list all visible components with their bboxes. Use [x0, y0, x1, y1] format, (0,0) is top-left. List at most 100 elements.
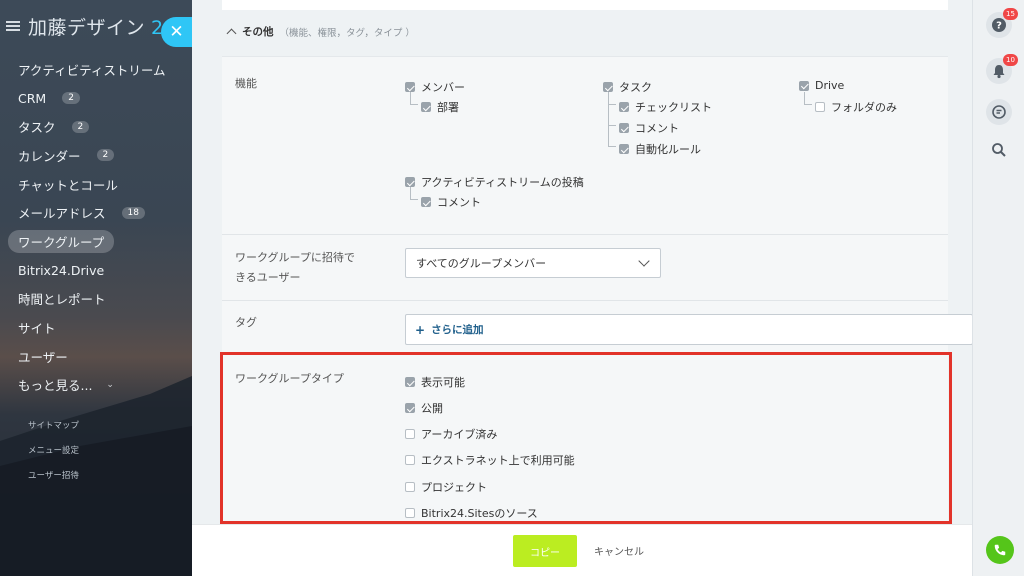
automation-checkbox[interactable]: 自動化ルール	[619, 141, 701, 157]
mail-counter: 18	[121, 206, 145, 219]
open-checkbox[interactable]: 公開	[405, 400, 443, 416]
sidebar-menu-settings-link[interactable]: メニュー設定	[28, 437, 79, 462]
checkbox-checked-icon	[405, 82, 415, 92]
search-icon[interactable]	[986, 137, 1012, 163]
phone-icon[interactable]	[986, 536, 1014, 564]
extranet-label: エクストラネット上で利用可能	[421, 454, 575, 467]
folders-only-checkbox[interactable]: フォルダのみ	[815, 99, 897, 115]
sidebar-item-time-reports[interactable]: 時間とレポート	[18, 285, 192, 314]
project-checkbox[interactable]: プロジェクト	[405, 479, 487, 495]
stream-comments-checkbox[interactable]: コメント	[421, 194, 481, 210]
sidebar-item-users[interactable]: ユーザー	[18, 342, 192, 371]
checkbox-checked-icon	[619, 144, 629, 154]
main-panel: その他 （機能、権限，タグ，タイプ ） 機能 メンバー 部署 タスク チェックリ…	[192, 0, 972, 576]
sidebar-header: 加藤デザイン24	[6, 12, 176, 40]
project-label: プロジェクト	[421, 481, 487, 494]
sites-source-label: Bitrix24.Sitesのソース	[421, 507, 538, 520]
members-label: メンバー	[421, 81, 465, 94]
sites-source-checkbox[interactable]: Bitrix24.Sitesのソース	[405, 505, 538, 521]
tasks-label: タスク	[619, 81, 652, 94]
task-comments-checkbox[interactable]: コメント	[619, 120, 679, 136]
tree-connector	[410, 187, 418, 200]
checkbox-checked-icon	[405, 177, 415, 187]
sidebar-item-mail[interactable]: メールアドレス 18	[18, 198, 192, 227]
open-label: 公開	[421, 402, 443, 415]
close-icon[interactable]: ✕	[161, 17, 192, 47]
tasks-counter: 2	[71, 120, 90, 133]
tree-connector	[608, 92, 616, 105]
svg-text:?: ?	[996, 21, 1002, 32]
brand-title[interactable]: 加藤デザイン24	[28, 13, 176, 40]
tree-connector	[608, 105, 616, 126]
top-card-edge	[222, 0, 948, 10]
checkbox-checked-icon	[421, 102, 431, 112]
footer-bar: コピー キャンセル	[192, 524, 972, 576]
tree-connector	[804, 92, 812, 105]
chevron-up-icon	[226, 28, 237, 38]
sidebar-item-activity-stream[interactable]: アクティビティストリーム	[18, 55, 192, 84]
form-card: 機能 メンバー 部署 タスク チェックリスト コメント 自動化ルール Drive…	[222, 56, 972, 526]
checkbox-checked-icon	[405, 403, 415, 413]
folders-only-label: フォルダのみ	[831, 101, 897, 114]
task-comments-label: コメント	[635, 122, 679, 135]
help-icon[interactable]: ? 15	[986, 8, 1018, 38]
checkbox-checked-icon	[619, 123, 629, 133]
divider	[222, 300, 948, 301]
section-title: その他	[242, 26, 274, 38]
features-label: 機能	[235, 77, 257, 90]
sidebar-sitemap-link[interactable]: サイトマップ	[28, 412, 79, 437]
sidebar-item-calendar[interactable]: カレンダー 2	[18, 141, 192, 170]
checkbox-unchecked-icon	[405, 482, 415, 492]
sidebar-nav: アクティビティストリーム CRM 2 タスク 2 カレンダー 2 チャットとコール メ…	[8, 55, 192, 400]
tags-input[interactable]: + さらに追加	[405, 314, 972, 345]
sidebar-invite-users-link[interactable]: ユーザー招待	[28, 462, 79, 487]
sidebar-item-more[interactable]: もっと見る... ⌄	[18, 371, 192, 400]
drive-checkbox[interactable]: Drive	[799, 79, 844, 92]
sidebar-item-tasks[interactable]: タスク 2	[18, 112, 192, 141]
automation-label: 自動化ルール	[635, 143, 701, 156]
checklist-checkbox[interactable]: チェックリスト	[619, 99, 712, 115]
tree-connector	[608, 126, 616, 147]
help-badge: 15	[1003, 8, 1018, 20]
right-rail: ? 15 10	[972, 0, 1024, 576]
extranet-checkbox[interactable]: エクストラネット上で利用可能	[405, 452, 575, 468]
crm-counter: 2	[62, 92, 80, 105]
section-toggle[interactable]: その他 （機能、権限，タグ，タイプ ）	[226, 24, 415, 39]
visible-checkbox[interactable]: 表示可能	[405, 374, 465, 390]
checklist-label: チェックリスト	[635, 101, 712, 114]
invite-permission-select[interactable]: すべてのグループメンバー	[405, 248, 661, 278]
left-sidebar: 加藤デザイン24 ✕ アクティビティストリーム CRM2 タスク2 カレンダー2…	[0, 0, 192, 576]
chat-icon[interactable]	[986, 99, 1012, 125]
sidebar-item-drive[interactable]: Bitrix24.Drive	[18, 256, 192, 285]
archived-checkbox[interactable]: アーカイブ済み	[405, 426, 497, 442]
sidebar-subnav: サイトマップ メニュー設定 ユーザー招待	[28, 412, 79, 487]
section-hint: （機能、権限，タグ，タイプ ）	[279, 27, 415, 39]
hamburger-menu-icon[interactable]	[6, 21, 20, 31]
more-caret-icon: ⌄	[106, 379, 114, 390]
notification-badge: 10	[1003, 54, 1018, 66]
sidebar-item-crm[interactable]: CRM 2	[18, 84, 192, 113]
sidebar-item-chat[interactable]: チャットとコール	[18, 170, 192, 199]
workgroup-type-label: ワークグループタイプ	[235, 372, 344, 385]
bell-icon[interactable]: 10	[986, 54, 1018, 84]
archived-label: アーカイブ済み	[421, 428, 498, 441]
cancel-button[interactable]: キャンセル	[594, 543, 644, 558]
chevron-down-icon	[638, 255, 650, 267]
sidebar-item-workgroups[interactable]: ワークグループ	[8, 227, 192, 256]
departments-label: 部署	[437, 101, 459, 114]
checkbox-unchecked-icon	[405, 429, 415, 439]
checkbox-unchecked-icon	[815, 102, 825, 112]
departments-checkbox[interactable]: 部署	[421, 99, 459, 115]
tags-label: タグ	[235, 316, 257, 329]
stream-posts-checkbox[interactable]: アクティビティストリームの投稿	[405, 174, 584, 190]
tree-connector	[410, 92, 418, 105]
checkbox-unchecked-icon	[405, 455, 415, 465]
sidebar-item-sites[interactable]: サイト	[18, 313, 192, 342]
plus-icon: +	[415, 322, 426, 337]
copy-button[interactable]: コピー	[513, 535, 577, 567]
stream-posts-label: アクティビティストリームの投稿	[421, 176, 584, 189]
divider	[222, 234, 948, 235]
stream-comments-label: コメント	[437, 196, 481, 209]
add-tag-link[interactable]: さらに追加	[431, 322, 484, 337]
checkbox-checked-icon	[405, 377, 415, 387]
